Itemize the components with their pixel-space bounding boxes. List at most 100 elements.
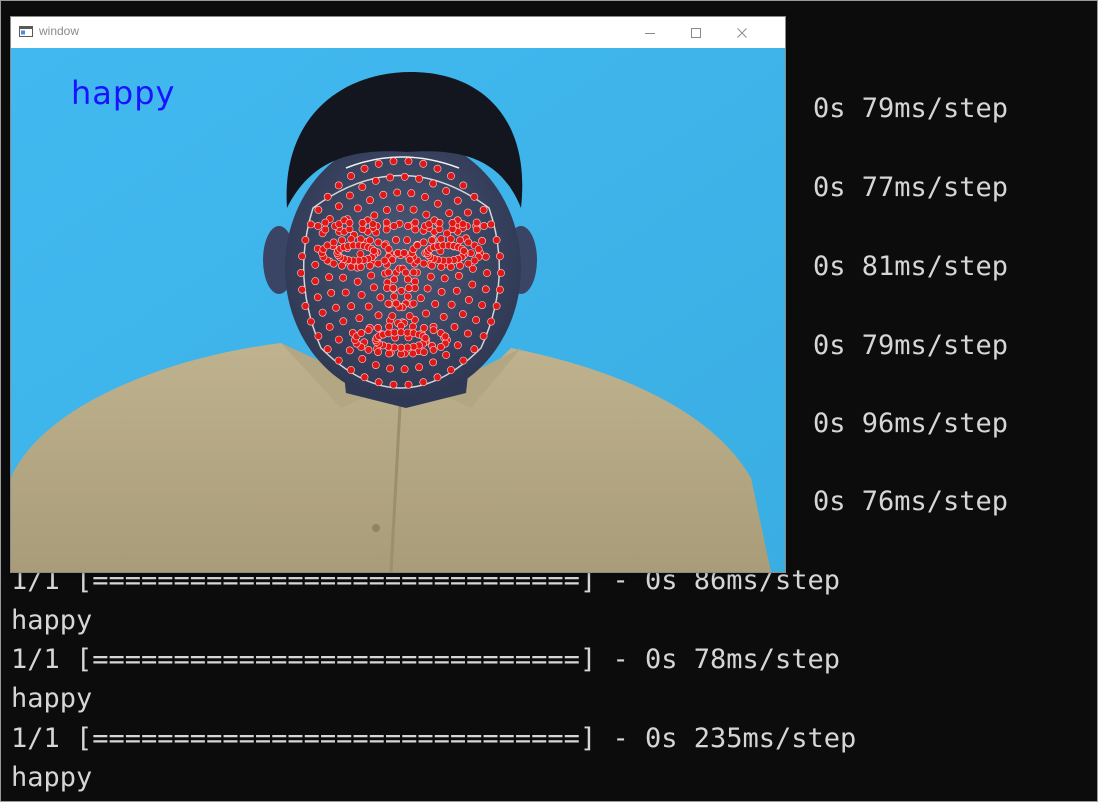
app-window-icon: [19, 26, 33, 37]
landmark-dot: [403, 236, 411, 244]
landmark-dot: [366, 196, 374, 205]
landmark-dot: [470, 192, 479, 201]
landmark-dot: [458, 310, 467, 319]
landmark-dot: [478, 236, 486, 245]
landmark-dot: [420, 348, 428, 356]
landmark-dot: [403, 292, 412, 301]
landmark-dot: [404, 157, 413, 166]
landmark-dot: [404, 222, 412, 230]
maximize-icon: [691, 27, 701, 38]
console-line: 1/1 [==============================] - 0…: [11, 644, 841, 675]
landmark-dot: [456, 261, 464, 270]
landmark-dot: [429, 326, 438, 334]
landmark-dot: [371, 176, 380, 185]
landmark-dot: [374, 311, 383, 320]
landmark-dot: [433, 199, 442, 208]
landmark-dot: [393, 188, 402, 197]
landmark-dot: [325, 322, 334, 331]
landmark-dot: [384, 299, 393, 308]
landmark-dot: [368, 220, 377, 228]
landmark-dot: [453, 196, 462, 205]
maximize-button[interactable]: [673, 17, 719, 48]
landmark-dot: [463, 329, 472, 338]
landmark-dot: [388, 255, 397, 264]
landmark-dot: [327, 288, 336, 297]
landmark-dot: [347, 172, 355, 180]
landmark-dot: [447, 172, 455, 180]
landmark-dot: [396, 204, 405, 212]
landmark-dot: [389, 380, 398, 389]
close-button[interactable]: [719, 17, 765, 48]
landmark-dot: [364, 326, 373, 334]
landmark-dot: [374, 323, 382, 332]
landmark-dot: [323, 345, 332, 354]
landmark-dot: [463, 208, 472, 217]
minimize-button[interactable]: [627, 17, 673, 48]
landmark-dot: [439, 312, 448, 321]
landmark-dot: [408, 322, 417, 331]
landmark-dot: [423, 284, 432, 293]
landmark-dot: [392, 235, 400, 244]
landmark-dot: [435, 218, 444, 227]
landmark-dot: [459, 356, 468, 365]
landmark-dot: [487, 220, 495, 229]
close-icon: [737, 27, 747, 38]
landmark-dot: [495, 285, 504, 294]
landmark-dot: [298, 252, 306, 261]
landmark-dot: [358, 355, 367, 363]
landmark-dot: [334, 335, 343, 344]
landmark-dot: [329, 238, 338, 247]
landmark-dot: [411, 277, 419, 286]
landmark-dot: [450, 322, 459, 331]
landmark-dot: [452, 286, 461, 295]
window-titlebar[interactable]: window: [11, 17, 785, 48]
landmark-dot: [427, 236, 436, 245]
landmark-dot: [397, 328, 405, 337]
landmark-dot: [389, 284, 398, 292]
landmark-dot: [364, 345, 373, 354]
landmark-dot: [390, 328, 399, 337]
landmark-dot: [323, 192, 332, 201]
landmark-dot: [353, 277, 362, 286]
landmark-dot: [369, 246, 378, 255]
landmark-dot: [345, 218, 354, 227]
landmark-dot: [487, 317, 495, 326]
minimize-icon: [645, 32, 655, 34]
screenshot-frame: 0s 79ms/step 0s 77ms/step 0s 81ms/step 0…: [0, 0, 1098, 802]
landmark-dot: [411, 225, 420, 234]
landmark-dot: [318, 308, 327, 317]
landmark-dot: [301, 302, 310, 310]
landmark-dot: [355, 314, 364, 323]
landmark-dot: [385, 349, 393, 358]
landmark-dot: [400, 365, 409, 374]
landmark-dot: [481, 285, 490, 294]
landmark-dot: [442, 351, 450, 359]
landmark-dot: [419, 238, 428, 247]
landmark-dot: [459, 246, 468, 255]
landmark-dot: [472, 225, 481, 234]
landmark-dot: [422, 309, 430, 318]
landmark-dot: [382, 206, 391, 214]
landmark-dot: [409, 268, 418, 277]
landmark-dot: [382, 218, 391, 227]
webcam-window[interactable]: window happy: [10, 16, 786, 573]
landmark-dot: [339, 317, 348, 326]
landmark-dot: [382, 225, 391, 234]
landmark-dot: [416, 294, 425, 303]
landmark-dot: [421, 193, 429, 201]
webcam-feed: happy: [11, 48, 785, 572]
landmark-dot: [339, 273, 347, 282]
landmark-dot: [456, 236, 464, 245]
landmark-dot: [474, 245, 483, 253]
landmark-dot: [347, 302, 356, 311]
landmark-dot: [407, 189, 416, 198]
landmark-dot: [353, 204, 362, 213]
landmark-dot: [415, 363, 423, 372]
landmark-dot: [445, 209, 454, 217]
landmark-dot: [458, 220, 467, 228]
landmark-dot: [376, 293, 385, 302]
landmark-dot: [447, 300, 456, 309]
landmark-dot: [311, 260, 320, 269]
landmark-dot: [492, 236, 501, 244]
landmark-dot: [453, 341, 462, 350]
